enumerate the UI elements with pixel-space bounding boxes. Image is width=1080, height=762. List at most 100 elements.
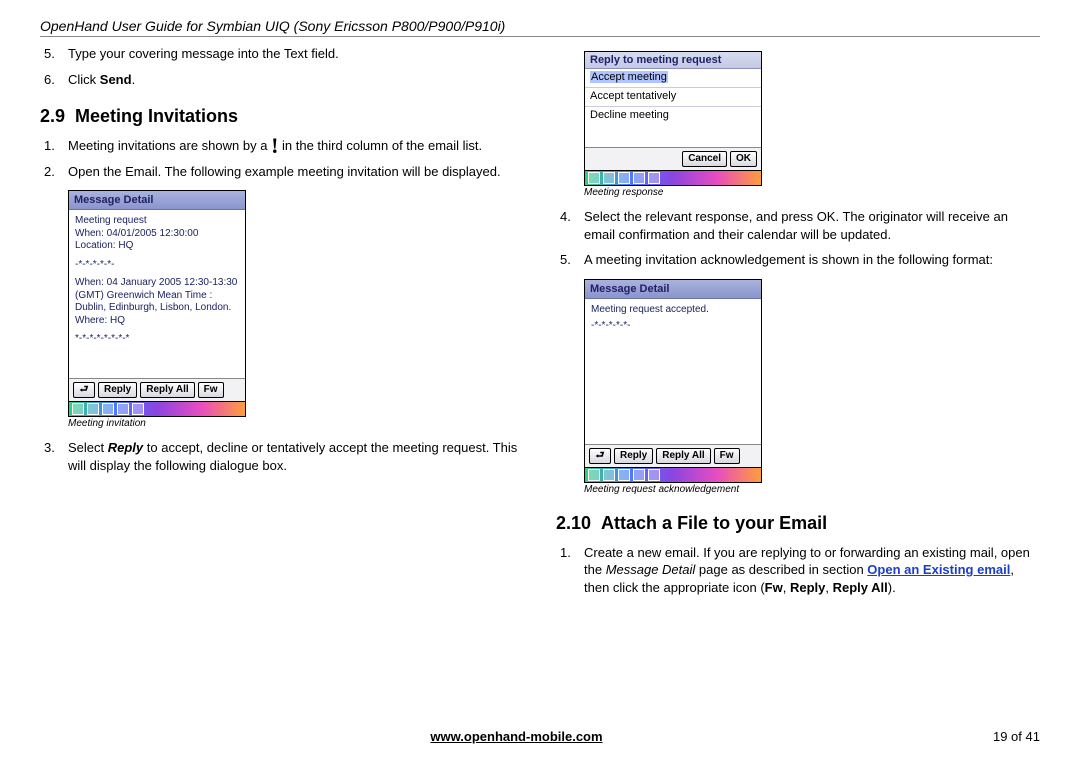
list-text: Type your covering message into the Text… — [68, 46, 339, 61]
body-separator: -*-*-*-*-*- — [591, 320, 755, 333]
list-number: 1. — [44, 137, 55, 155]
list-item: 5. Type your covering message into the T… — [68, 45, 524, 63]
uiq-body: Accept meeting Accept tentatively Declin… — [585, 69, 761, 147]
status-icon — [603, 172, 615, 184]
status-icon — [102, 403, 114, 415]
list-text-pre: Click — [68, 72, 100, 87]
body-separator: -*-*-*-*-*- — [75, 259, 239, 272]
status-icon — [117, 403, 129, 415]
status-icon — [633, 172, 645, 184]
body-line: Meeting request accepted. — [591, 304, 755, 317]
text-bold: Fw — [765, 580, 783, 595]
text-fragment: , — [783, 580, 790, 595]
uiq-statusbar — [585, 170, 761, 185]
body-separator: *-*-*-*-*-*-*-* — [75, 333, 239, 346]
status-icon — [132, 403, 144, 415]
cancel-button[interactable]: Cancel — [682, 151, 727, 167]
meeting-response-steps: 4. Select the relevant response, and pre… — [556, 208, 1040, 269]
text-fragment: page as described in section — [695, 562, 867, 577]
body-line: Where: HQ — [75, 315, 239, 328]
body-line: (GMT) Greenwich Mean Time : — [75, 290, 239, 303]
list-text: Open the Email. The following example me… — [68, 164, 501, 179]
figure-meeting-response: Reply to meeting request Accept meeting … — [584, 51, 1040, 198]
page-footer: www.openhand-mobile.com 19 of 41 — [40, 729, 1040, 744]
reply-all-button[interactable]: Reply All — [656, 448, 710, 464]
figure-caption: Meeting request acknowledgement — [584, 484, 1040, 495]
status-icon — [72, 403, 84, 415]
uiq-body: Meeting request When: 04/01/2005 12:30:0… — [69, 210, 245, 378]
status-icon — [603, 469, 615, 481]
list-item: 5. A meeting invitation acknowledgement … — [584, 251, 1040, 269]
uiq-titlebar: Message Detail — [69, 191, 245, 210]
status-icon — [588, 172, 600, 184]
figure-meeting-invitation: Message Detail Meeting request When: 04/… — [68, 190, 524, 429]
text-bold: Reply — [790, 580, 825, 595]
list-number: 1. — [560, 544, 571, 562]
list-number: 6. — [44, 71, 55, 89]
text-italic: Message Detail — [606, 562, 696, 577]
continued-steps-list: 5. Type your covering message into the T… — [40, 45, 524, 88]
uiq-button-row: ⮐ Reply Reply All Fw — [69, 378, 245, 401]
list-text-post: . — [132, 72, 136, 87]
list-item: 1. Create a new email. If you are replyi… — [584, 544, 1040, 597]
text-fragment: ). — [888, 580, 896, 595]
uiq-dialog-title: Reply to meeting request — [585, 52, 761, 69]
reply-button[interactable]: Reply — [614, 448, 653, 464]
status-icon — [648, 172, 660, 184]
two-column-layout: 5. Type your covering message into the T… — [40, 45, 1040, 606]
back-button[interactable]: ⮐ — [589, 448, 611, 464]
list-number: 4. — [560, 208, 571, 226]
figure-caption: Meeting response — [584, 187, 1040, 198]
option-decline[interactable]: Decline meeting — [585, 107, 761, 125]
status-icon — [618, 172, 630, 184]
option-label: Accept meeting — [590, 71, 668, 83]
forward-button[interactable]: Fw — [198, 382, 224, 398]
status-icon — [648, 469, 660, 481]
list-number: 2. — [44, 163, 55, 181]
list-number: 5. — [44, 45, 55, 63]
reply-button[interactable]: Reply — [98, 382, 137, 398]
list-text-pre: Select — [68, 440, 108, 455]
option-accept[interactable]: Accept meeting — [585, 69, 761, 88]
list-text-pre: Meeting invitations are shown by a — [68, 138, 271, 153]
attach-file-steps: 1. Create a new email. If you are replyi… — [556, 544, 1040, 597]
cross-ref-link[interactable]: Open an Existing email — [867, 562, 1010, 577]
uiq-button-row: Cancel OK — [585, 147, 761, 170]
status-icon — [618, 469, 630, 481]
right-column: Reply to meeting request Accept meeting … — [556, 45, 1040, 606]
list-item: 3. Select Reply to accept, decline or te… — [68, 439, 524, 474]
list-text: A meeting invitation acknowledgement is … — [584, 252, 993, 267]
body-line: Location: HQ — [75, 240, 239, 253]
back-button[interactable]: ⮐ — [73, 382, 95, 398]
section-title: Attach a File to your Email — [601, 513, 827, 533]
uiq-statusbar — [585, 467, 761, 482]
forward-button[interactable]: Fw — [714, 448, 740, 464]
list-text-bold: Send — [100, 72, 132, 87]
figure-caption: Meeting invitation — [68, 418, 524, 429]
page-header: OpenHand User Guide for Symbian UIQ (Son… — [40, 18, 1040, 34]
ok-button[interactable]: OK — [730, 151, 757, 167]
uiq-button-row: ⮐ Reply Reply All Fw — [585, 444, 761, 467]
uiq-screenshot: Message Detail Meeting request accepted.… — [584, 279, 762, 483]
section-heading-2-9: 2.9Meeting Invitations — [40, 106, 524, 127]
section-title: Meeting Invitations — [75, 106, 238, 126]
left-column: 5. Type your covering message into the T… — [40, 45, 524, 606]
footer-page-number: 19 of 41 — [993, 729, 1040, 744]
reply-all-button[interactable]: Reply All — [140, 382, 194, 398]
uiq-body: Meeting request accepted. -*-*-*-*-*- — [585, 299, 761, 444]
body-line: Dublin, Edinburgh, Lisbon, London. — [75, 302, 239, 315]
status-icon — [87, 403, 99, 415]
status-icon — [588, 469, 600, 481]
footer-website[interactable]: www.openhand-mobile.com — [430, 729, 602, 744]
status-icon — [633, 469, 645, 481]
section-heading-2-10: 2.10Attach a File to your Email — [556, 513, 1040, 534]
option-tentative[interactable]: Accept tentatively — [585, 88, 761, 107]
figure-meeting-ack: Message Detail Meeting request accepted.… — [584, 279, 1040, 495]
list-text: Select the relevant response, and press … — [584, 209, 1008, 242]
body-line: When: 04 January 2005 12:30-13:30 — [75, 277, 239, 290]
list-item: 6. Click Send. — [68, 71, 524, 89]
uiq-screenshot: Reply to meeting request Accept meeting … — [584, 51, 762, 186]
text-bold: Reply All — [833, 580, 888, 595]
list-item: 2. Open the Email. The following example… — [68, 163, 524, 181]
list-item: 4. Select the relevant response, and pre… — [584, 208, 1040, 243]
